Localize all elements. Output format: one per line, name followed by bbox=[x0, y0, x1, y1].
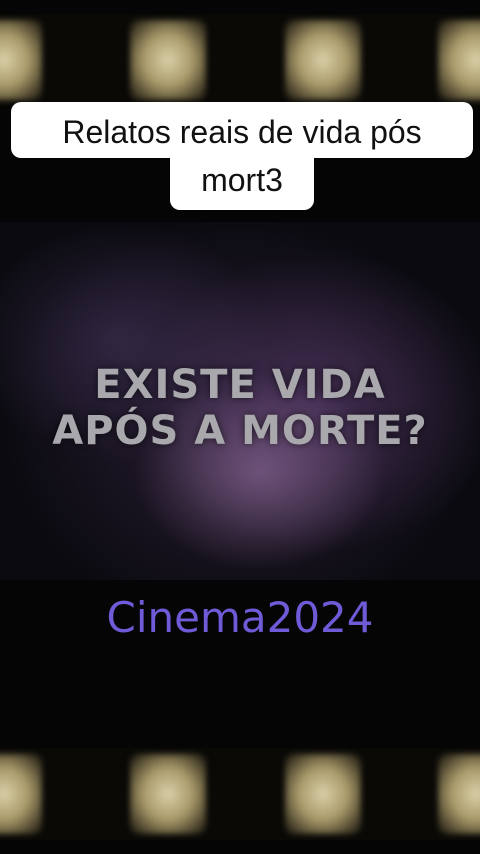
channel-watermark: Cinema2024 bbox=[106, 593, 374, 642]
film-sprocket bbox=[130, 20, 206, 100]
film-sprocket bbox=[438, 754, 480, 834]
film-sprocket bbox=[438, 20, 480, 100]
video-frame[interactable]: Relatos reais de vida pós mort3 EXISTE V… bbox=[0, 0, 480, 854]
video-title-line-2: APÓS A MORTE? bbox=[52, 408, 428, 454]
film-sprocket bbox=[0, 20, 42, 100]
film-sprocket bbox=[285, 20, 361, 100]
film-sprocket bbox=[0, 754, 42, 834]
film-sprocket bbox=[285, 754, 361, 834]
video-title-line-1: EXISTE VIDA bbox=[94, 362, 386, 408]
film-strip-top bbox=[0, 14, 480, 106]
video-still: EXISTE VIDA APÓS A MORTE? bbox=[0, 222, 480, 580]
caption-line-1: Relatos reais de vida pós bbox=[11, 102, 473, 158]
film-sprocket bbox=[130, 754, 206, 834]
film-strip-bottom bbox=[0, 748, 480, 840]
video-title: EXISTE VIDA APÓS A MORTE? bbox=[0, 362, 480, 454]
caption-line-2: mort3 bbox=[170, 152, 314, 210]
